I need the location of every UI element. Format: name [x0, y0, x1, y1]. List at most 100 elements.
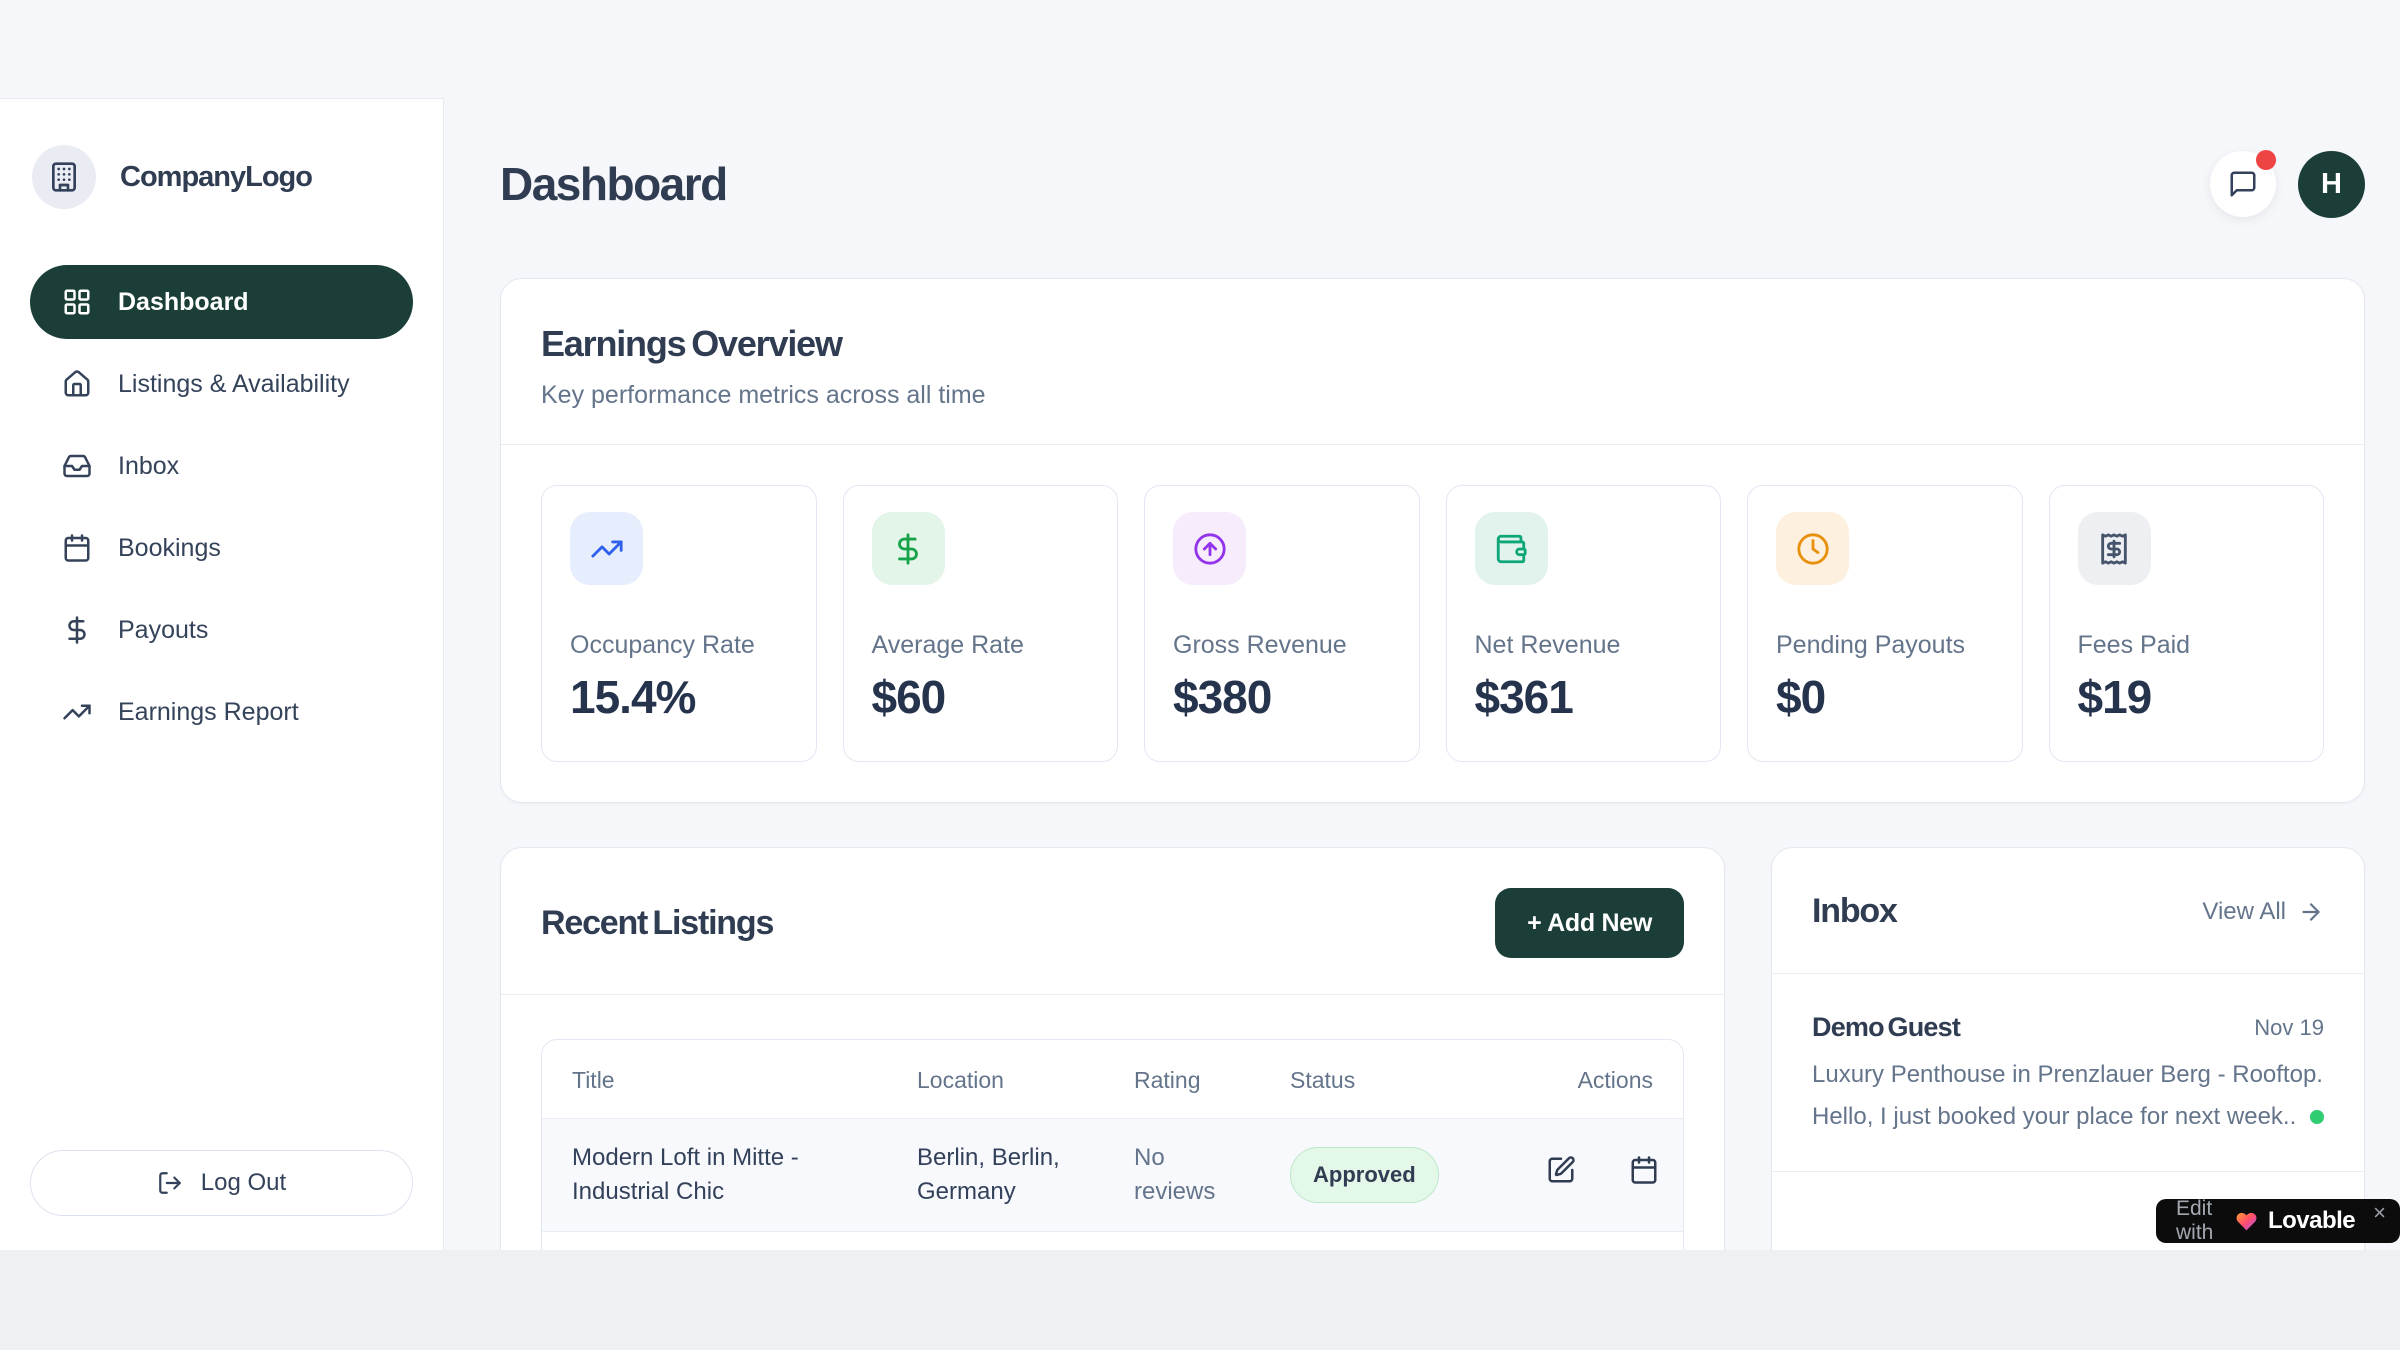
sidebar-item-label: Bookings [118, 534, 221, 563]
page-title: Dashboard [500, 157, 727, 211]
sidebar-item-label: Inbox [118, 452, 179, 481]
view-all-label: View All [2202, 898, 2286, 926]
metric-card-fees-paid: Fees Paid $19 [2049, 485, 2325, 762]
metric-label: Net Revenue [1475, 631, 1693, 660]
logout-button[interactable]: Log Out [30, 1150, 413, 1216]
column-header-location: Location [917, 1040, 1134, 1119]
badge-prefix: Edit with [2176, 1197, 2225, 1245]
add-new-button[interactable]: + Add New [1495, 888, 1684, 958]
clock-icon [1776, 512, 1849, 585]
message-sender: Demo Guest [1812, 1012, 1960, 1043]
metric-label: Pending Payouts [1776, 631, 1994, 660]
earnings-subtitle: Key performance metrics across all time [541, 381, 2324, 410]
arrow-right-icon [2298, 899, 2324, 925]
listing-location-cell: Berlin, Berlin, Germany [917, 1119, 1134, 1232]
message-square-icon [2228, 169, 2258, 199]
circle-arrow-up-icon [1173, 512, 1246, 585]
inbox-message[interactable]: Demo Guest Nov 19 Luxury Penthouse in Pr… [1772, 974, 2364, 1172]
listing-rating-cell: No reviews [1134, 1119, 1290, 1232]
calendar-icon [62, 533, 92, 563]
listings-table: Title Location Rating Status Actions Mod… [541, 1039, 1684, 1250]
badge-close-icon[interactable]: × [2373, 1202, 2386, 1224]
table-row [542, 1232, 1683, 1250]
listing-status-cell: Approved [1290, 1119, 1500, 1232]
building-icon [32, 145, 96, 209]
app-window: CompanyLogo Dashboard Listings & Availab… [0, 0, 2400, 1250]
sidebar-item-payouts[interactable]: Payouts [30, 593, 413, 667]
trending-up-icon [62, 697, 92, 727]
layout-grid-icon [62, 287, 92, 317]
listing-title-cell: Modern Loft in Mitte - Industrial Chic [542, 1119, 917, 1232]
calendar-listing-button[interactable] [1629, 1155, 1659, 1188]
metric-value: $380 [1173, 670, 1391, 724]
edit-icon [1546, 1155, 1576, 1185]
lovable-heart-icon [2235, 1210, 2258, 1233]
metric-card-net-revenue: Net Revenue $361 [1446, 485, 1722, 762]
view-all-link[interactable]: View All [2202, 898, 2324, 926]
metric-value: $60 [872, 670, 1090, 724]
metric-label: Average Rate [872, 631, 1090, 660]
column-header-rating: Rating [1134, 1040, 1290, 1119]
metric-label: Fees Paid [2078, 631, 2296, 660]
divider [501, 994, 1724, 995]
sidebar-item-label: Dashboard [118, 288, 249, 317]
inbox-title: Inbox [1812, 892, 1897, 931]
sidebar-nav: Dashboard Listings & Availability Inbox … [30, 265, 413, 749]
receipt-icon [2078, 512, 2151, 585]
sidebar-item-listings[interactable]: Listings & Availability [30, 347, 413, 421]
unread-dot [2310, 1110, 2324, 1124]
sidebar-item-label: Earnings Report [118, 698, 299, 727]
sidebar-item-earnings-report[interactable]: Earnings Report [30, 675, 413, 749]
metric-value: $361 [1475, 670, 1693, 724]
sidebar-item-inbox[interactable]: Inbox [30, 429, 413, 503]
metric-label: Gross Revenue [1173, 631, 1391, 660]
metric-card-occupancy-rate: Occupancy Rate 15.4% [541, 485, 817, 762]
edit-listing-button[interactable] [1546, 1155, 1576, 1188]
message-preview: Hello, I just booked your place for next… [1812, 1103, 2296, 1131]
sidebar-item-dashboard[interactable]: Dashboard [30, 265, 413, 339]
dollar-sign-icon [62, 615, 92, 645]
column-header-actions: Actions [1500, 1040, 1683, 1119]
logout-label: Log Out [201, 1169, 286, 1197]
log-out-icon [157, 1170, 183, 1196]
listing-actions-cell [1500, 1119, 1683, 1232]
dollar-sign-icon [872, 512, 945, 585]
metric-value: $0 [1776, 670, 1994, 724]
sidebar: CompanyLogo Dashboard Listings & Availab… [0, 98, 444, 1250]
company-logo: CompanyLogo [30, 145, 413, 209]
inbox-card: Inbox View All Demo Guest Nov 19 Luxury … [1771, 847, 2365, 1250]
metric-value: $19 [2078, 670, 2296, 724]
wallet-icon [1475, 512, 1548, 585]
main-content: Dashboard H Earnings Overview Key perfor… [444, 0, 2400, 1250]
column-header-title: Title [542, 1040, 917, 1119]
badge-brand: Lovable [2268, 1207, 2355, 1235]
metric-card-gross-revenue: Gross Revenue $380 [1144, 485, 1420, 762]
table-row: Modern Loft in Mitte - Industrial Chic B… [542, 1119, 1683, 1232]
sidebar-item-label: Listings & Availability [118, 370, 350, 399]
calendar-icon [1629, 1155, 1659, 1185]
sidebar-item-label: Payouts [118, 616, 208, 645]
metric-card-pending-payouts: Pending Payouts $0 [1747, 485, 2023, 762]
metric-label: Occupancy Rate [570, 631, 788, 660]
company-logo-text: CompanyLogo [120, 161, 312, 194]
message-subject: Luxury Penthouse in Prenzlauer Berg - Ro… [1812, 1061, 2324, 1089]
metric-card-average-rate: Average Rate $60 [843, 485, 1119, 762]
message-date: Nov 19 [2254, 1015, 2324, 1041]
trending-up-icon [570, 512, 643, 585]
notification-dot [2256, 150, 2276, 170]
earnings-title: Earnings Overview [541, 323, 2324, 365]
avatar[interactable]: H [2298, 151, 2365, 218]
sidebar-item-bookings[interactable]: Bookings [30, 511, 413, 585]
chat-button[interactable] [2210, 151, 2276, 217]
table-header-row: Title Location Rating Status Actions [542, 1040, 1683, 1119]
earnings-overview-card: Earnings Overview Key performance metric… [500, 278, 2365, 803]
metric-value: 15.4% [570, 670, 788, 724]
status-badge: Approved [1290, 1147, 1439, 1202]
home-icon [62, 369, 92, 399]
metrics-row: Occupancy Rate 15.4% Average Rate $60 Gr… [541, 445, 2324, 762]
topbar: Dashboard H [500, 150, 2365, 218]
inbox-icon [62, 451, 92, 481]
recent-listings-title: Recent Listings [541, 904, 773, 943]
edit-with-lovable-badge[interactable]: Edit with Lovable × [2156, 1199, 2400, 1243]
recent-listings-card: Recent Listings + Add New Title Location… [500, 847, 1725, 1250]
